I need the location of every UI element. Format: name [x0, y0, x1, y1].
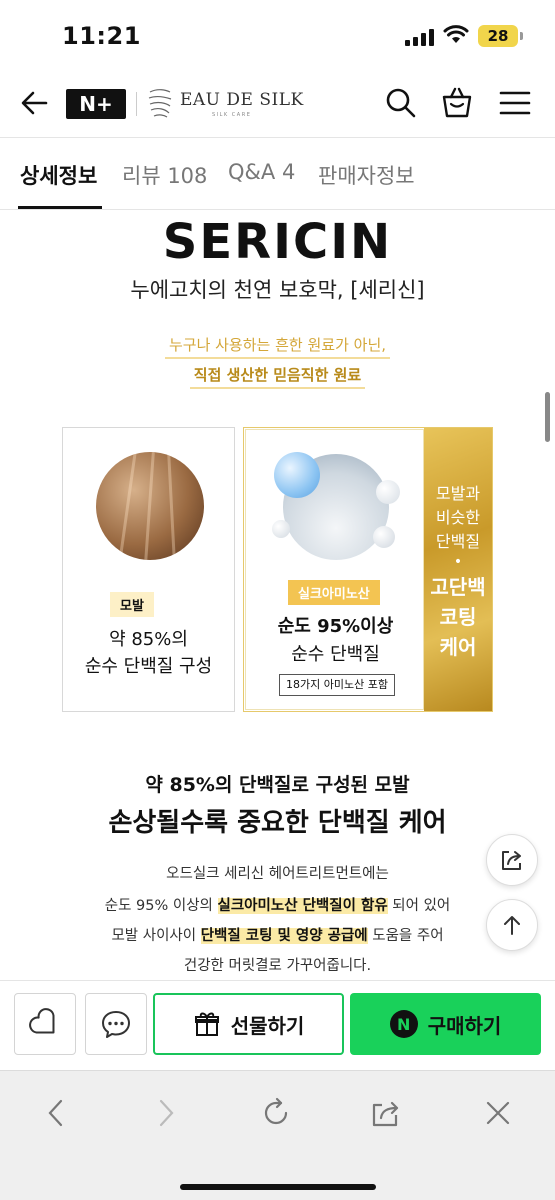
product-detail-content: SERICIN 누에고치의 천연 보호막, [세리신] 누구나 사용하는 흔한 …: [0, 210, 555, 980]
description-line-2: 순도 95% 이상의 실크아미노산 단백질이 함유 되어 있어: [104, 898, 451, 914]
scroll-top-button[interactable]: [486, 899, 538, 951]
share-out-icon: [372, 1101, 399, 1127]
npay-badge-icon: N: [389, 1010, 418, 1038]
browser-share-button[interactable]: [368, 1095, 404, 1131]
silk-amino-line-1: 순도 95%이상: [277, 616, 394, 637]
brand-mark-icon: [148, 89, 172, 118]
bubble-decoration: [272, 520, 290, 538]
protein-heading-big: 손상될수록 중요한 단백질 케어: [108, 808, 447, 838]
home-indicator[interactable]: [180, 1184, 376, 1190]
tab-detail[interactable]: 상세정보: [20, 160, 97, 190]
battery-tip: [520, 32, 523, 40]
status-time: 11:21: [62, 22, 141, 50]
hair-image: [96, 452, 204, 560]
wifi-icon: [443, 25, 469, 43]
gold-tagline-1: 누구나 사용하는 흔한 원료가 아닌,: [0, 334, 555, 359]
chevron-right-icon: [159, 1099, 174, 1127]
gold-coating-panel: 모발과 비슷한 단백질 • 고단백 코팅 케어: [424, 428, 492, 711]
shopping-bag-icon[interactable]: [440, 85, 474, 119]
bubble-decoration: [274, 452, 320, 498]
battery-icon: 28: [478, 25, 518, 47]
tab-seller-info[interactable]: 판매자정보: [318, 160, 415, 190]
silk-amino-inner: 실크아미노산 순도 95%이상 순수 단백질 18가지 아미노산 포함: [245, 429, 424, 710]
chat-bubble-icon: [102, 1011, 130, 1038]
share-icon: [502, 851, 521, 870]
chat-button[interactable]: [85, 993, 147, 1055]
sericin-title: SERICIN: [162, 214, 393, 270]
share-button[interactable]: [486, 834, 538, 886]
back-arrow-icon[interactable]: [18, 86, 52, 120]
gift-button[interactable]: 선물하기: [153, 993, 344, 1055]
close-icon: [486, 1101, 510, 1125]
bubble-decoration: [373, 526, 395, 548]
gold-panel-dot: •: [453, 554, 463, 570]
nplus-logo[interactable]: N+: [66, 89, 126, 119]
sericin-subtitle: 누에고치의 천연 보호막, [세리신]: [130, 278, 425, 302]
browser-toolbar: [0, 1070, 555, 1200]
silk-amino-card: 실크아미노산 순도 95%이상 순수 단백질 18가지 아미노산 포함 모발과 …: [243, 427, 493, 712]
protein-heading-small: 약 85%의 단백질로 구성된 모발: [145, 774, 410, 796]
app-header: N+ EAU DE SILK SILK CARE: [0, 72, 555, 138]
browser-forward-button[interactable]: [148, 1095, 184, 1131]
active-tab-indicator: [18, 206, 102, 209]
browser-close-button[interactable]: [480, 1095, 516, 1131]
header-divider: [136, 92, 137, 116]
status-bar: 11:21 28: [0, 0, 555, 72]
description-line-1: 오드실크 세리신 헤어트리트먼트에는: [166, 866, 389, 882]
description-line-4: 건강한 머릿결로 가꾸어줍니다.: [183, 958, 372, 974]
silk-amino-tag: 실크아미노산: [288, 580, 380, 605]
arrow-up-icon: [504, 916, 520, 935]
signal-icon: [405, 29, 434, 46]
amino-acid-box: 18가지 아미노산 포함: [279, 674, 395, 696]
gift-label: 선물하기: [230, 1013, 305, 1038]
hair-tag: 모발: [110, 592, 154, 617]
product-tabs: 상세정보 리뷰 108 Q&A 4 판매자정보: [0, 138, 555, 210]
purchase-action-bar: 선물하기 N 구매하기: [0, 980, 555, 1070]
brand-sub: SILK CARE: [212, 112, 252, 118]
gold-panel-bold: 고단백 코팅 케어: [430, 575, 486, 659]
browser-reload-button[interactable]: [258, 1095, 294, 1131]
search-icon[interactable]: [384, 86, 418, 120]
heart-icon: [29, 1008, 55, 1034]
reload-icon: [264, 1097, 288, 1125]
gold-tagline-2: 직접 생산한 믿음직한 원료: [0, 364, 555, 389]
buy-label: 구매하기: [427, 1013, 502, 1038]
gift-icon: [194, 1012, 219, 1036]
silk-amino-line-2: 순수 단백질: [291, 644, 380, 665]
gold-panel-text: 모발과 비슷한 단백질: [435, 484, 481, 551]
browser-back-button[interactable]: [38, 1095, 74, 1131]
wishlist-button[interactable]: [14, 993, 76, 1055]
hamburger-menu-icon[interactable]: [498, 86, 532, 120]
brand-name[interactable]: EAU DE SILK: [180, 90, 304, 110]
chevron-left-icon: [48, 1099, 63, 1127]
hair-line-1: 약 85%의: [109, 629, 188, 650]
tab-reviews[interactable]: 리뷰 108: [122, 160, 207, 190]
page-scrollbar[interactable]: [545, 392, 550, 442]
description-line-3: 모발 사이사이 단백질 코팅 및 영양 공급에 도움을 주어: [111, 928, 444, 944]
buy-button[interactable]: N 구매하기: [350, 993, 541, 1055]
hair-comparison-card: 모발 약 85%의 순수 단백질 구성: [62, 427, 235, 712]
tab-qna[interactable]: Q&A 4: [228, 160, 295, 184]
bubble-decoration: [376, 480, 400, 504]
hair-line-2: 순수 단백질 구성: [84, 656, 213, 677]
